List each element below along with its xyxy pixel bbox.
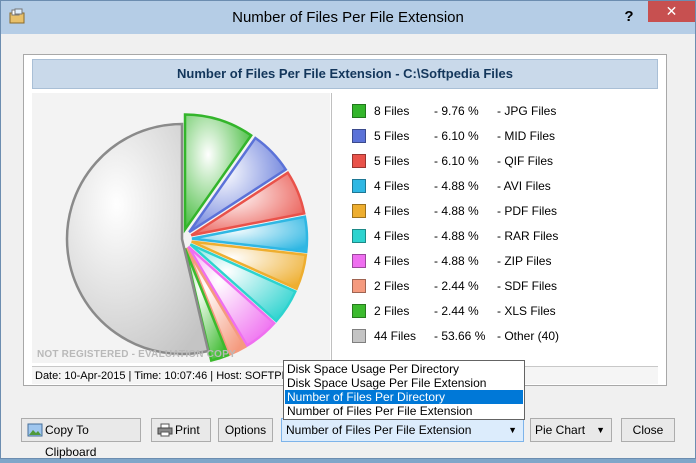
printer-icon <box>157 423 173 437</box>
close-window-button[interactable]: ✕ <box>648 1 695 22</box>
legend-count: 8 Files <box>374 104 410 118</box>
legend-percent: - 6.10 % <box>434 129 479 143</box>
legend-row: 4 Files - 4.88 % - PDF Files <box>342 201 642 221</box>
dropdown-option[interactable]: Number of Files Per File Extension <box>285 404 523 418</box>
copy-to-clipboard-label: Copy To Clipboard <box>45 423 97 459</box>
legend-extension: - Other (40) <box>497 329 560 343</box>
report-type-select[interactable]: Number of Files Per File Extension ▼ <box>281 418 524 442</box>
legend-row: 4 Files - 4.88 % - AVI Files <box>342 176 642 196</box>
clipboard-icon <box>27 423 43 437</box>
legend-row: 2 Files - 2.44 % - SDF Files <box>342 276 642 296</box>
legend-percent: - 2.44 % <box>434 304 479 318</box>
legend-percent: - 53.66 % <box>434 329 486 343</box>
pie-chart-area: NOT REGISTERED - EVALUATION COPY <box>32 93 330 363</box>
pie-chart <box>65 113 309 363</box>
legend-extension: - QIF Files <box>497 154 553 168</box>
legend-swatch <box>352 129 366 143</box>
close-button[interactable]: Close <box>621 418 675 442</box>
legend-count: 2 Files <box>374 279 410 293</box>
legend-swatch <box>352 329 366 343</box>
legend-extension: - SDF Files <box>497 279 557 293</box>
chart-type-select[interactable]: Pie Chart ▼ <box>530 418 612 442</box>
legend-swatch <box>352 204 366 218</box>
legend-count: 2 Files <box>374 304 410 318</box>
legend-row: 4 Files - 4.88 % - RAR Files <box>342 226 642 246</box>
legend-extension: - XLS Files <box>497 304 556 318</box>
legend-extension: - AVI Files <box>497 179 551 193</box>
legend-percent: - 9.76 % <box>434 104 479 118</box>
legend-extension: - ZIP Files <box>497 254 552 268</box>
chevron-down-icon: ▼ <box>508 425 517 435</box>
report-panel: Number of Files Per File Extension - C:\… <box>23 54 667 386</box>
legend-row: 5 Files - 6.10 % - MID Files <box>342 126 642 146</box>
legend-extension: - PDF Files <box>497 204 557 218</box>
legend-row: 4 Files - 4.88 % - ZIP Files <box>342 251 642 271</box>
legend-extension: - RAR Files <box>497 229 559 243</box>
print-label: Print <box>175 423 200 437</box>
legend-count: 4 Files <box>374 179 410 193</box>
legend-extension: - JPG Files <box>497 104 557 118</box>
legend-percent: - 2.44 % <box>434 279 479 293</box>
legend-swatch <box>352 254 366 268</box>
window-title: Number of Files Per File Extension <box>232 9 464 26</box>
legend-swatch <box>352 304 366 318</box>
options-label: Options <box>224 423 267 437</box>
legend-percent: - 6.10 % <box>434 154 479 168</box>
legend-percent: - 4.88 % <box>434 179 479 193</box>
close-label: Close <box>632 423 664 437</box>
legend-count: 4 Files <box>374 204 410 218</box>
print-button[interactable]: Print <box>151 418 211 442</box>
legend-row: 2 Files - 2.44 % - XLS Files <box>342 301 642 321</box>
legend-count: 4 Files <box>374 254 410 268</box>
options-button[interactable]: Options <box>218 418 273 442</box>
chevron-down-icon: ▼ <box>596 425 605 435</box>
legend-count: 44 Files <box>374 329 417 343</box>
legend-row: 5 Files - 6.10 % - QIF Files <box>342 151 642 171</box>
app-window: Number of Files Per File Extension ? ✕ N… <box>0 0 696 459</box>
legend-row: 44 Files - 53.66 % - Other (40) <box>342 326 642 346</box>
legend-swatch <box>352 179 366 193</box>
dropdown-option[interactable]: Disk Space Usage Per Directory <box>285 362 523 376</box>
legend-percent: - 4.88 % <box>434 204 479 218</box>
legend-percent: - 4.88 % <box>434 229 479 243</box>
legend-swatch <box>352 104 366 118</box>
legend-count: 5 Files <box>374 154 410 168</box>
dropdown-option-selected[interactable]: Number of Files Per Directory <box>285 390 523 404</box>
dropdown-option[interactable]: Disk Space Usage Per File Extension <box>285 376 523 390</box>
legend-swatch <box>352 154 366 168</box>
title-bar[interactable]: Number of Files Per File Extension ? ✕ <box>1 1 695 34</box>
legend-swatch <box>352 279 366 293</box>
legend-extension: - MID Files <box>497 129 555 143</box>
report-title: Number of Files Per File Extension - C:\… <box>32 59 658 89</box>
legend-count: 5 Files <box>374 129 410 143</box>
copy-to-clipboard-button[interactable]: Copy To Clipboard <box>21 418 141 459</box>
legend-count: 4 Files <box>374 229 410 243</box>
legend-row: 8 Files - 9.76 % - JPG Files <box>342 101 642 121</box>
report-type-dropdown-list: Disk Space Usage Per Directory Disk Spac… <box>283 360 525 420</box>
report-type-value: Number of Files Per File Extension <box>286 423 472 437</box>
help-button[interactable]: ? <box>618 7 640 27</box>
legend-swatch <box>352 229 366 243</box>
panel-divider <box>331 93 332 366</box>
chart-type-value: Pie Chart <box>535 423 586 437</box>
legend-percent: - 4.88 % <box>434 254 479 268</box>
evaluation-watermark: NOT REGISTERED - EVALUATION COPY <box>37 349 236 360</box>
